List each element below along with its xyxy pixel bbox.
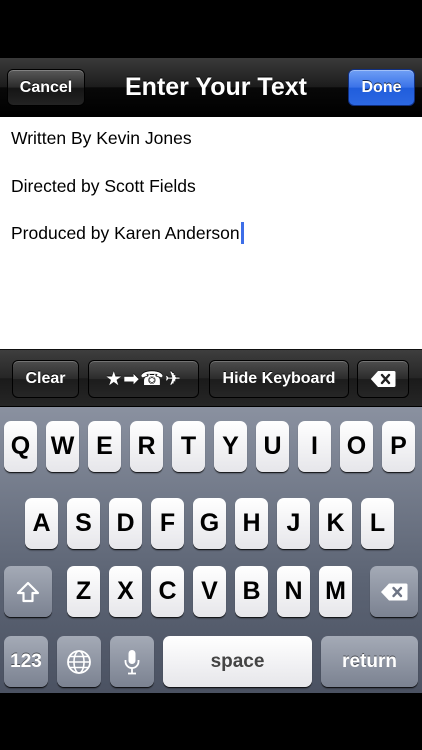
backspace-icon [380, 582, 408, 602]
cancel-button[interactable]: Cancel [7, 69, 85, 106]
key-c[interactable]: C [151, 566, 184, 617]
key-n[interactable]: N [277, 566, 310, 617]
key-z[interactable]: Z [67, 566, 100, 617]
key-h[interactable]: H [235, 498, 268, 549]
text-line: Written By Kevin Jones [11, 128, 192, 148]
key-u[interactable]: U [256, 421, 289, 472]
key-j[interactable]: J [277, 498, 310, 549]
key-g[interactable]: G [193, 498, 226, 549]
keyboard-accessory-bar: Clear ★➡☎✈ Hide Keyboard [0, 349, 422, 407]
return-key[interactable]: return [321, 636, 418, 687]
key-i[interactable]: I [298, 421, 331, 472]
clear-button[interactable]: Clear [12, 360, 79, 398]
key-s[interactable]: S [67, 498, 100, 549]
key-l[interactable]: L [361, 498, 394, 549]
page-title: Enter Your Text [125, 73, 307, 101]
key-a[interactable]: A [25, 498, 58, 549]
keyboard: Q W E R T Y U I O P A S D F G H J K L Z … [0, 407, 422, 693]
text-line: Directed by Scott Fields [11, 175, 196, 196]
space-key[interactable]: space [163, 636, 312, 687]
key-p[interactable]: P [382, 421, 415, 472]
key-d[interactable]: D [109, 498, 142, 549]
accessory-delete-button[interactable] [357, 360, 409, 398]
hide-keyboard-button[interactable]: Hide Keyboard [209, 360, 349, 398]
text-cursor [240, 222, 244, 244]
key-v[interactable]: V [193, 566, 226, 617]
delete-key[interactable] [370, 566, 418, 617]
key-q[interactable]: Q [4, 421, 37, 472]
key-t[interactable]: T [172, 421, 205, 472]
key-r[interactable]: R [130, 421, 163, 472]
key-f[interactable]: F [151, 498, 184, 549]
key-m[interactable]: M [319, 566, 352, 617]
done-button[interactable]: Done [348, 69, 415, 106]
dictation-key[interactable] [110, 636, 154, 687]
text-line: Produced by Karen Anderson [11, 222, 411, 270]
text-editor[interactable]: Written By Kevin Jones Directed by Scott… [0, 117, 422, 349]
key-b[interactable]: B [235, 566, 268, 617]
shift-arrow-icon [16, 581, 40, 603]
key-e[interactable]: E [88, 421, 121, 472]
globe-key[interactable] [57, 636, 101, 687]
shift-key[interactable] [4, 566, 52, 617]
bottom-bar [0, 693, 422, 750]
backspace-icon [370, 370, 396, 388]
key-k[interactable]: K [319, 498, 352, 549]
status-bar [0, 0, 422, 58]
navigation-bar: Cancel Enter Your Text Done [0, 58, 422, 117]
key-y[interactable]: Y [214, 421, 247, 472]
microphone-icon [123, 649, 141, 675]
symbols-button[interactable]: ★➡☎✈ [88, 360, 199, 398]
key-w[interactable]: W [46, 421, 79, 472]
numbers-key[interactable]: 123 [4, 636, 48, 687]
globe-icon [66, 649, 92, 675]
key-o[interactable]: O [340, 421, 373, 472]
key-x[interactable]: X [109, 566, 142, 617]
